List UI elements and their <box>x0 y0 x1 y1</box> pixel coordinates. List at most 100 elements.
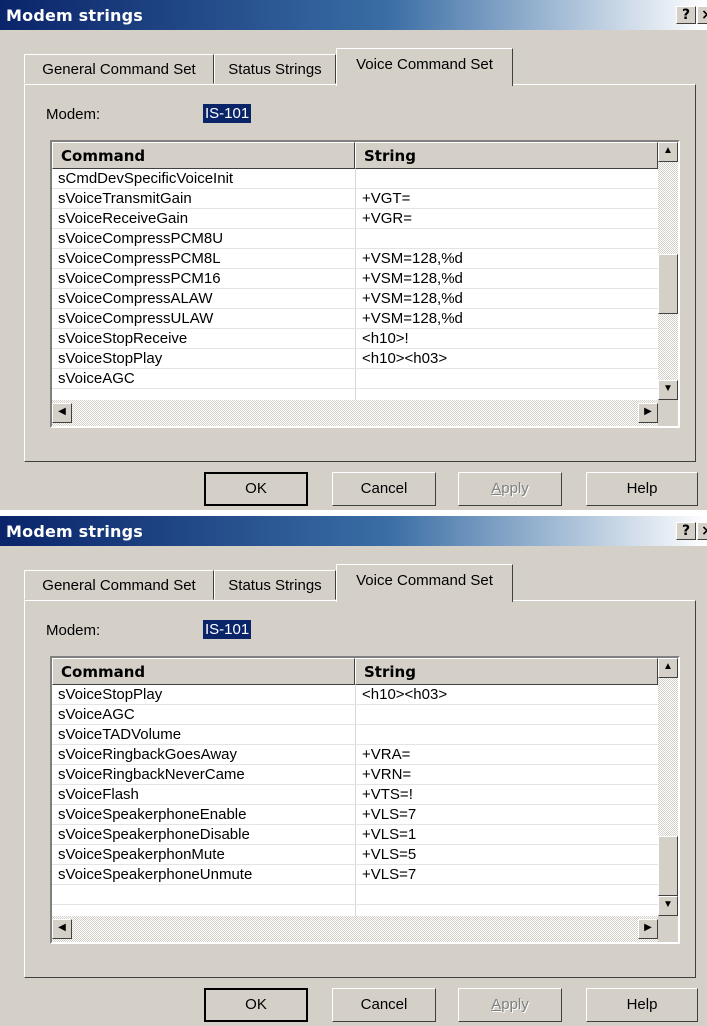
strings-list[interactable]: Command String sCmdDevSpecificVoiceInit … <box>50 140 680 428</box>
command-cell: sVoiceSpeakerphonMute <box>58 846 225 863</box>
string-cell: <h10><h03> <box>362 350 448 367</box>
tab-voice-command-set[interactable]: Voice Command Set <box>336 48 513 86</box>
help-button[interactable]: Help <box>586 472 698 506</box>
vertical-scroll-thumb[interactable] <box>658 253 678 314</box>
list-row[interactable]: sVoiceRingbackNeverCame +VRN= <box>52 765 658 785</box>
vertical-scrollbar[interactable]: ▲ ▼ <box>658 658 678 916</box>
command-cell: sVoiceTransmitGain <box>58 190 192 207</box>
list-row[interactable]: sVoiceRingbackGoesAway +VRA= <box>52 745 658 765</box>
string-cell: +VLS=5 <box>362 846 417 863</box>
list-row[interactable]: sVoiceReceiveGain +VGR= <box>52 209 658 229</box>
scrollbar-corner <box>658 400 678 426</box>
list-row[interactable]: sVoiceCompressPCM8U <box>52 229 658 249</box>
column-header-string[interactable]: String <box>355 142 658 169</box>
horizontal-scrollbar[interactable]: ◀ ▶ <box>52 916 658 942</box>
title-bar[interactable]: Modem strings ? × <box>0 516 707 546</box>
ok-button[interactable]: OK <box>204 988 308 1022</box>
modem-strings-dialog: Modem strings ? × General Command Set St… <box>0 516 707 1026</box>
scroll-up-icon[interactable]: ▲ <box>658 658 678 678</box>
modem-strings-dialog: Modem strings ? × General Command Set St… <box>0 0 707 510</box>
list-row[interactable]: sVoiceFlash +VTS=! <box>52 785 658 805</box>
column-header-command[interactable]: Command <box>52 142 355 169</box>
list-row[interactable]: sCmdDevSpecificVoiceInit <box>52 169 658 189</box>
cancel-button[interactable]: Cancel <box>332 472 436 506</box>
vertical-scroll-thumb[interactable] <box>658 836 678 896</box>
apply-mnemonic: A <box>491 480 502 497</box>
list-row[interactable]: sVoiceStopReceive <h10>! <box>52 329 658 349</box>
list-row[interactable]: sVoiceSpeakerphoneUnmute +VLS=7 <box>52 865 658 885</box>
tab-voice-command-set[interactable]: Voice Command Set <box>336 564 513 602</box>
command-cell: sVoiceTADVolume <box>58 726 182 743</box>
horizontal-scrollbar[interactable]: ◀ ▶ <box>52 400 658 426</box>
list-row[interactable]: sVoiceStopPlay <h10><h03> <box>52 349 658 369</box>
command-cell: sVoiceRingbackGoesAway <box>58 746 237 763</box>
column-header-string[interactable]: String <box>355 658 658 685</box>
command-cell: sVoiceCompressALAW <box>58 290 213 307</box>
tab-status-strings[interactable]: Status Strings <box>214 54 336 84</box>
strings-list[interactable]: Command String sVoiceStopPlay <h10><h03> … <box>50 656 680 944</box>
list-row[interactable] <box>52 885 658 905</box>
apply-button[interactable]: Apply <box>458 988 562 1022</box>
list-row[interactable]: sVoiceSpeakerphonMute +VLS=5 <box>52 845 658 865</box>
string-cell: +VRA= <box>362 746 411 763</box>
scroll-left-icon[interactable]: ◀ <box>52 403 72 423</box>
command-cell: sVoiceCompressULAW <box>58 310 214 327</box>
help-button[interactable]: Help <box>586 988 698 1022</box>
close-icon[interactable]: × <box>697 522 707 540</box>
string-cell: +VGR= <box>362 210 413 227</box>
list-row[interactable]: sVoiceStopPlay <h10><h03> <box>52 685 658 705</box>
scroll-left-icon[interactable]: ◀ <box>52 919 72 939</box>
command-cell: sVoiceStopPlay <box>58 350 163 367</box>
tab-status-strings[interactable]: Status Strings <box>214 570 336 600</box>
command-cell: sVoiceSpeakerphoneDisable <box>58 826 250 843</box>
scroll-down-icon[interactable]: ▼ <box>658 380 678 400</box>
close-icon[interactable]: × <box>697 6 707 24</box>
vertical-scrollbar[interactable]: ▲ ▼ <box>658 142 678 400</box>
cancel-button[interactable]: Cancel <box>332 988 436 1022</box>
list-row[interactable]: sVoiceCompressULAW +VSM=128,%d <box>52 309 658 329</box>
modem-label: Modem: <box>46 106 101 123</box>
list-row[interactable]: sVoiceSpeakerphoneDisable +VLS=1 <box>52 825 658 845</box>
ok-button[interactable]: OK <box>204 472 308 506</box>
string-cell: +VSM=128,%d <box>362 270 463 287</box>
apply-mnemonic: A <box>491 996 502 1013</box>
command-cell: sVoiceSpeakerphoneUnmute <box>58 866 253 883</box>
string-cell: +VLS=7 <box>362 866 417 883</box>
title-bar[interactable]: Modem strings ? × <box>0 0 707 30</box>
list-row[interactable]: sVoiceTransmitGain +VGT= <box>52 189 658 209</box>
string-cell: +VTS=! <box>362 786 413 803</box>
scroll-right-icon[interactable]: ▶ <box>638 919 658 939</box>
list-row[interactable]: sVoiceAGC <box>52 369 658 389</box>
string-cell: +VRN= <box>362 766 412 783</box>
command-cell: sVoiceAGC <box>58 706 135 723</box>
modem-value: IS-101 <box>203 104 252 123</box>
list-row[interactable]: sVoiceAGC <box>52 705 658 725</box>
command-cell: sVoiceCompressPCM8U <box>58 230 224 247</box>
apply-label-rest: pply <box>501 480 529 497</box>
help-icon[interactable]: ? <box>676 522 696 540</box>
tab-general-command-set[interactable]: General Command Set <box>24 54 214 84</box>
string-cell: +VSM=128,%d <box>362 310 463 327</box>
string-cell: <h10><h03> <box>362 686 448 703</box>
help-icon[interactable]: ? <box>676 6 696 24</box>
command-cell: sVoiceReceiveGain <box>58 210 189 227</box>
list-row[interactable]: sVoiceTADVolume <box>52 725 658 745</box>
command-cell: sVoiceStopPlay <box>58 686 163 703</box>
string-cell: +VLS=1 <box>362 826 417 843</box>
list-row[interactable]: sVoiceCompressPCM8L +VSM=128,%d <box>52 249 658 269</box>
apply-button[interactable]: Apply <box>458 472 562 506</box>
string-cell: +VLS=7 <box>362 806 417 823</box>
list-row[interactable]: sVoiceCompressPCM16 +VSM=128,%d <box>52 269 658 289</box>
scroll-right-icon[interactable]: ▶ <box>638 403 658 423</box>
command-cell: sVoiceSpeakerphoneEnable <box>58 806 247 823</box>
scroll-down-icon[interactable]: ▼ <box>658 896 678 916</box>
command-cell: sVoiceStopReceive <box>58 330 188 347</box>
list-row[interactable]: sVoiceCompressALAW +VSM=128,%d <box>52 289 658 309</box>
string-cell: +VSM=128,%d <box>362 250 463 267</box>
column-header-command[interactable]: Command <box>52 658 355 685</box>
scroll-up-icon[interactable]: ▲ <box>658 142 678 162</box>
string-cell: <h10>! <box>362 330 409 347</box>
apply-label-rest: pply <box>501 996 529 1013</box>
list-row[interactable]: sVoiceSpeakerphoneEnable +VLS=7 <box>52 805 658 825</box>
tab-general-command-set[interactable]: General Command Set <box>24 570 214 600</box>
